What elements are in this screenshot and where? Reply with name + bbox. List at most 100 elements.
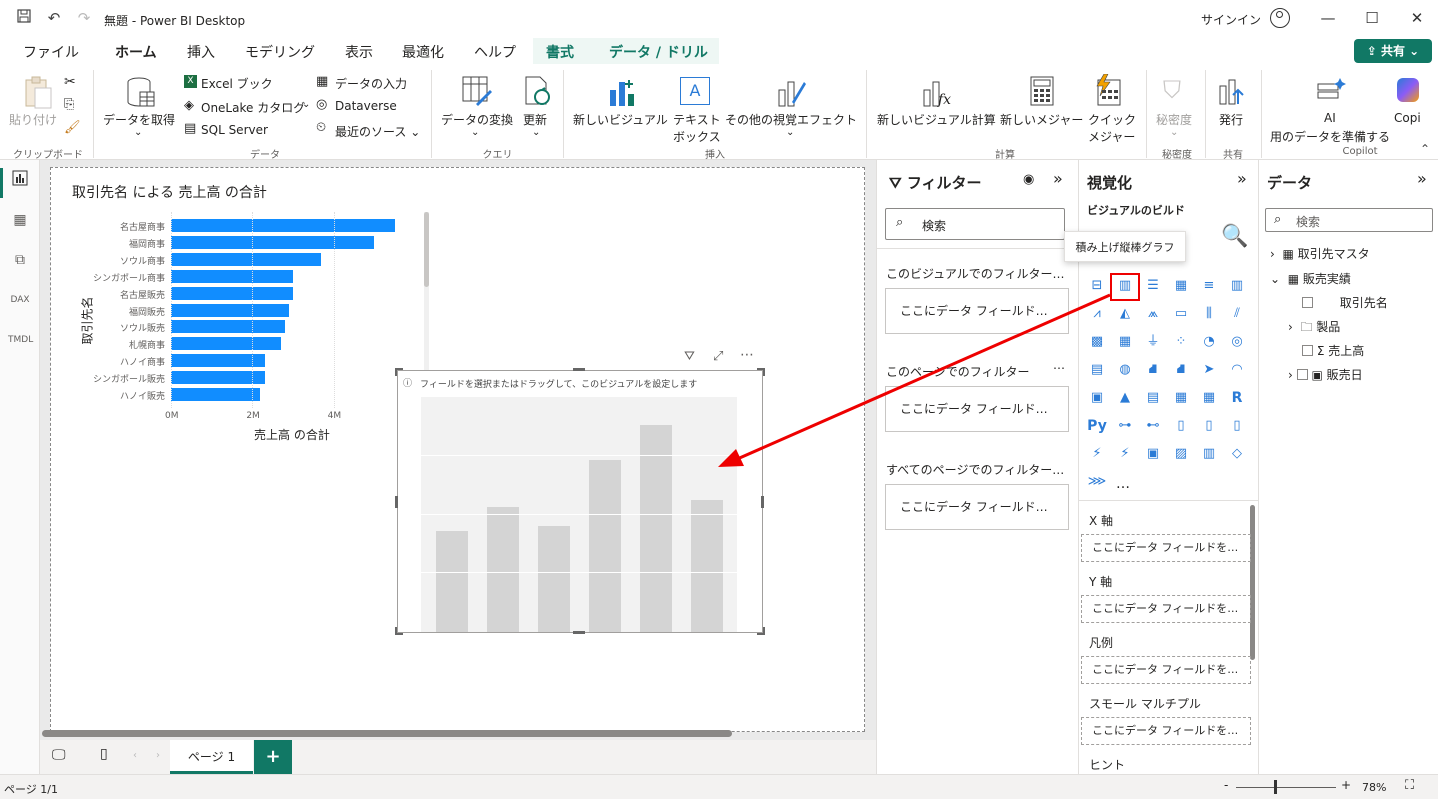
chevron-visual-icon[interactable]: ⋙: [1087, 472, 1107, 492]
add-page-button[interactable]: +: [254, 740, 292, 774]
resize-handle[interactable]: [757, 368, 765, 376]
textbox-button-line1[interactable]: テキスト: [673, 111, 721, 128]
more-visuals-button[interactable]: その他の視覚エフェクト: [725, 111, 857, 128]
resize-handle[interactable]: [761, 496, 764, 508]
fit-to-page-icon[interactable]: ⛶: [1405, 778, 1414, 793]
clustered-column-chart-icon[interactable]: ▦: [1171, 276, 1191, 296]
bar[interactable]: [171, 354, 265, 368]
small-multiples-well[interactable]: ここにデータ フィールドを…: [1081, 717, 1251, 745]
slicer-icon[interactable]: ▤: [1143, 388, 1163, 408]
copy-icon[interactable]: ⎘: [64, 97, 74, 112]
tab-view[interactable]: 表示: [345, 42, 373, 62]
area-chart-icon[interactable]: ◭: [1115, 304, 1135, 324]
transform-data-button[interactable]: データの変換: [441, 111, 513, 128]
enter-data-button[interactable]: データの入力: [335, 75, 407, 92]
get-data-button[interactable]: データを取得: [103, 111, 175, 128]
dax-query-icon[interactable]: DAX: [8, 288, 32, 312]
resize-handle[interactable]: [395, 627, 403, 635]
collapse-data-icon[interactable]: »: [1417, 169, 1427, 188]
r-visual-icon[interactable]: R: [1227, 388, 1247, 408]
resize-handle[interactable]: [573, 631, 585, 634]
signin-link[interactable]: サインイン: [1201, 11, 1261, 28]
power-automate-icon[interactable]: ⚡: [1115, 444, 1135, 464]
gauge-icon[interactable]: ◠: [1227, 360, 1247, 380]
account-icon[interactable]: [1270, 8, 1290, 28]
collapse-ribbon-icon[interactable]: ⌃: [1420, 142, 1430, 156]
page-tab-1[interactable]: ページ 1: [170, 740, 253, 774]
tab-data-drill[interactable]: データ / ドリル: [609, 42, 708, 62]
bar[interactable]: [171, 235, 375, 249]
filters-search-input[interactable]: ⌕ 検索: [885, 208, 1065, 240]
bar[interactable]: [171, 286, 293, 300]
field-item[interactable]: › ▣ 販売日: [1288, 366, 1363, 383]
arcgis-icon[interactable]: ▥: [1199, 444, 1219, 464]
desktop-layout-icon[interactable]: 🖵: [52, 747, 66, 763]
onelake-button[interactable]: OneLake カタログ: [201, 99, 305, 116]
line-clustered-column-icon[interactable]: ⫽: [1227, 304, 1247, 324]
checkbox[interactable]: [1296, 369, 1308, 380]
dataverse-button[interactable]: Dataverse: [335, 99, 397, 113]
qa-icon[interactable]: ▯: [1171, 416, 1191, 436]
new-visual-calc-button[interactable]: 新しいビジュアル計算: [877, 111, 996, 128]
new-measure-button[interactable]: 新しいメジャー: [1000, 111, 1083, 128]
tmdl-view-icon[interactable]: TMDL: [8, 328, 33, 352]
save-icon[interactable]: [14, 8, 34, 28]
chart-scrollbar[interactable]: [424, 212, 429, 372]
table-visual-icon[interactable]: ▦: [1171, 388, 1191, 408]
zoom-out-button[interactable]: -: [1224, 778, 1228, 792]
bar[interactable]: [171, 219, 395, 232]
key-influencers-icon[interactable]: ⊶: [1115, 416, 1135, 436]
resize-handle[interactable]: [573, 368, 585, 371]
bar[interactable]: [171, 252, 322, 266]
azure-map-icon[interactable]: ➤: [1199, 360, 1219, 380]
zoom-in-button[interactable]: +: [1341, 778, 1351, 792]
undo-icon[interactable]: ↶: [44, 8, 64, 28]
table-view-icon[interactable]: ▦: [8, 208, 32, 232]
collapse-filters-icon[interactable]: »: [1053, 169, 1063, 188]
filled-map-icon[interactable]: ⛘: [1143, 360, 1163, 380]
python-visual-icon[interactable]: Py: [1087, 416, 1107, 436]
share-button[interactable]: ⇪ 共有 ⌄: [1354, 39, 1432, 63]
waterfall-chart-icon[interactable]: ▦: [1115, 332, 1135, 352]
decomposition-tree-icon[interactable]: ⊷: [1143, 416, 1163, 436]
resize-handle[interactable]: [757, 627, 765, 635]
bar[interactable]: [171, 320, 285, 334]
paste-button[interactable]: 貼り付け: [9, 111, 57, 128]
publish-button[interactable]: 発行: [1219, 111, 1243, 128]
filter-icon[interactable]: ⛛: [684, 349, 695, 364]
stacked-area-chart-icon[interactable]: ⩕: [1143, 304, 1163, 324]
table-item[interactable]: ⌄ ▦ 販売実績: [1270, 270, 1351, 287]
sql-server-button[interactable]: SQL Server: [201, 123, 268, 137]
sensitivity-button[interactable]: 秘密度: [1156, 111, 1192, 128]
resize-handle[interactable]: [395, 496, 398, 508]
canvas-horizontal-scrollbar[interactable]: [42, 730, 732, 737]
treemap-icon[interactable]: ▤: [1087, 360, 1107, 380]
excel-button[interactable]: Excel ブック: [201, 75, 273, 92]
zoom-slider[interactable]: [1236, 787, 1336, 788]
pie-chart-icon[interactable]: ◔: [1199, 332, 1219, 352]
area-100-chart-icon[interactable]: ▭: [1171, 304, 1191, 324]
tab-home[interactable]: ホーム: [115, 42, 157, 68]
more-options-icon[interactable]: ⋯: [1053, 361, 1065, 375]
resize-handle[interactable]: [395, 368, 403, 376]
format-painter-icon[interactable]: 🖌: [64, 120, 81, 135]
quick-measure-line2[interactable]: メジャー: [1088, 128, 1135, 145]
all-pages-filter-drop[interactable]: ここにデータ フィールド…: [885, 484, 1069, 530]
report-view-icon[interactable]: [8, 170, 32, 194]
prev-page-icon[interactable]: ‹: [133, 750, 137, 761]
clustered-bar-chart-icon[interactable]: ☰: [1143, 276, 1163, 296]
ai-prepare-line1[interactable]: AI: [1324, 111, 1336, 125]
tab-help[interactable]: ヘルプ: [474, 42, 516, 62]
quick-measure-line1[interactable]: クイック: [1088, 111, 1136, 128]
paginated-report-icon[interactable]: ▯: [1227, 416, 1247, 436]
cut-icon[interactable]: ✂: [64, 74, 76, 90]
map-icon[interactable]: ◍: [1115, 360, 1135, 380]
field-item[interactable]: 取引先名: [1302, 294, 1388, 311]
line-column-chart-icon[interactable]: ⫼: [1199, 304, 1219, 324]
checkbox[interactable]: [1302, 345, 1313, 356]
field-item[interactable]: › 🗀 製品: [1288, 318, 1340, 339]
maximize-icon[interactable]: ☐: [1360, 8, 1384, 28]
textbox-button-line2[interactable]: ボックス: [673, 128, 721, 145]
legend-well[interactable]: ここにデータ フィールドを…: [1081, 656, 1251, 684]
chevron-down-icon[interactable]: ⌄: [786, 127, 794, 138]
